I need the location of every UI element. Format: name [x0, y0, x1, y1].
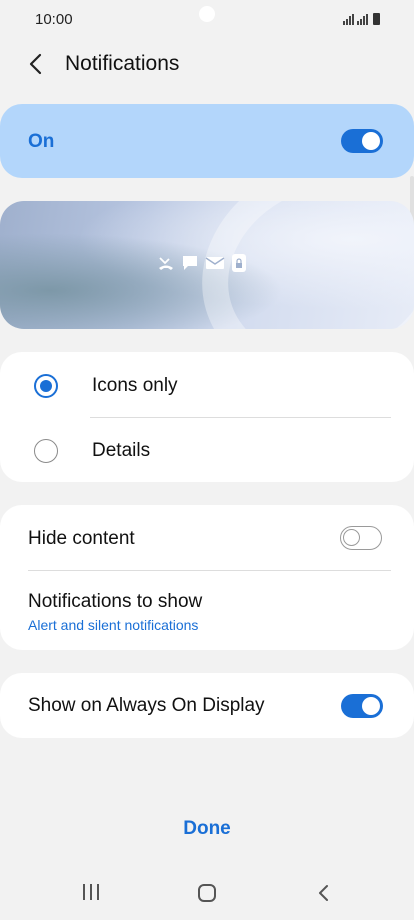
signal-icon-2 [357, 14, 368, 25]
hide-content-row[interactable]: Hide content [0, 505, 414, 571]
missed-call-icon [159, 257, 173, 270]
master-toggle[interactable] [341, 129, 383, 153]
aod-label: Show on Always On Display [28, 695, 265, 716]
status-icons [343, 11, 380, 25]
back-button[interactable] [20, 48, 52, 80]
notifications-to-show-value: Alert and silent notifications [28, 617, 199, 633]
master-switch-row[interactable]: On [0, 104, 414, 178]
icons-only-label: Icons only [92, 375, 178, 396]
notifications-to-show-label: Notifications to show [28, 591, 203, 612]
nav-back-icon[interactable] [314, 882, 334, 904]
signal-icon [343, 14, 354, 25]
navigation-bar [0, 870, 414, 916]
master-switch-label: On [28, 131, 55, 152]
option-details[interactable]: Details [0, 418, 414, 482]
content-settings-card: Hide content Notifications to show Alert… [0, 505, 414, 650]
status-time: 10:00 [35, 11, 73, 28]
recents-icon[interactable] [83, 884, 99, 900]
notifications-to-show-row[interactable]: Notifications to show Alert and silent n… [0, 571, 414, 650]
page-title: Notifications [65, 52, 180, 75]
details-radio[interactable] [34, 439, 58, 463]
header: Notifications [0, 40, 414, 88]
home-icon[interactable] [198, 884, 216, 902]
battery-icon [373, 13, 380, 25]
lock-icon [232, 254, 246, 272]
preview-icons [157, 253, 247, 273]
email-icon [205, 257, 225, 269]
front-camera [199, 6, 215, 22]
chevron-left-icon [29, 53, 42, 75]
aod-toggle[interactable] [341, 694, 383, 718]
icons-only-radio[interactable] [34, 374, 58, 398]
option-icons-only[interactable]: Icons only [0, 352, 414, 418]
notification-style-card: Icons only Details [0, 352, 414, 482]
done-button[interactable]: Done [0, 818, 414, 840]
hide-content-toggle[interactable] [340, 526, 382, 550]
message-icon [183, 256, 197, 270]
status-bar: 10:00 [0, 0, 414, 40]
details-label: Details [92, 440, 151, 461]
hide-content-label: Hide content [28, 528, 135, 549]
aod-card[interactable]: Show on Always On Display [0, 673, 414, 738]
